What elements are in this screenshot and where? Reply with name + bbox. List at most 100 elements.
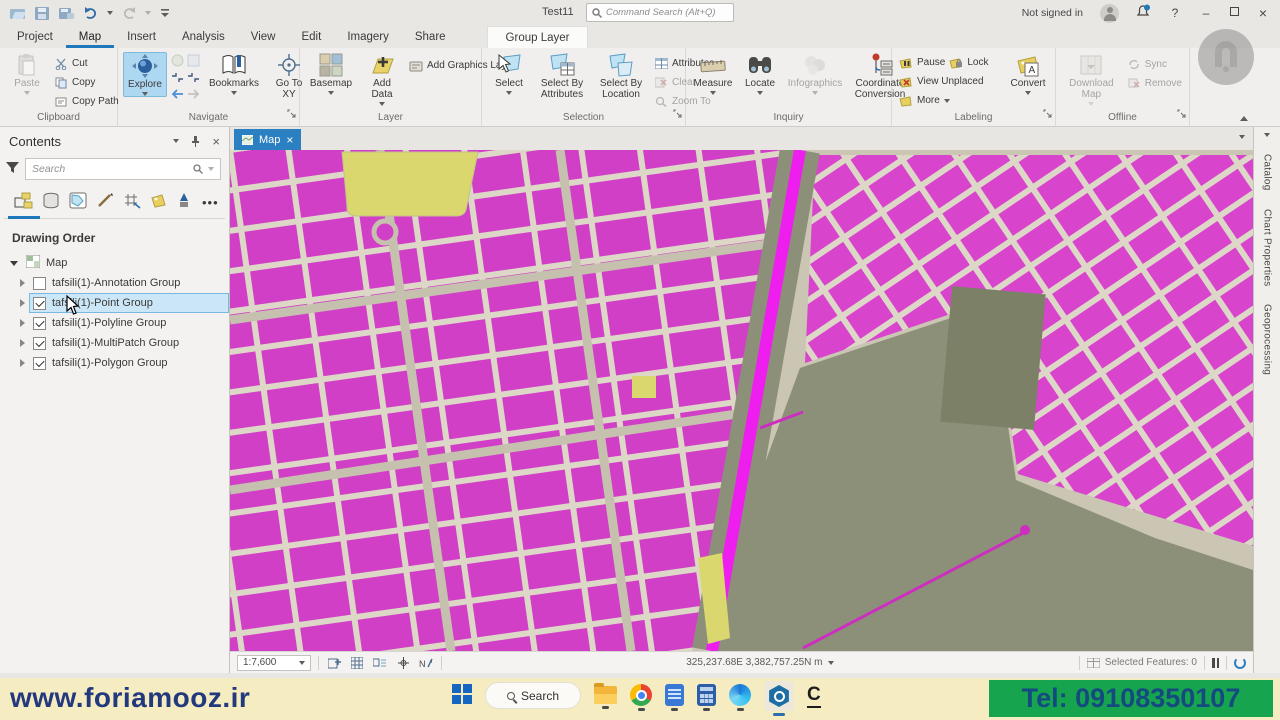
- user-avatar[interactable]: [1100, 4, 1119, 23]
- download-map-button[interactable]: Download Map: [1061, 52, 1122, 106]
- tab-imagery[interactable]: Imagery: [334, 26, 402, 48]
- map-canvas[interactable]: [230, 150, 1253, 651]
- minimize-button[interactable]: –: [1199, 6, 1213, 20]
- command-search-input[interactable]: [606, 7, 726, 18]
- selection-launcher-icon[interactable]: [673, 109, 682, 123]
- fixed-extent-icon[interactable]: [187, 54, 200, 70]
- cut-button[interactable]: Cut: [52, 54, 121, 73]
- layer-row-polyline-group[interactable]: tafsili(1)-Polyline Group: [0, 313, 229, 333]
- layout-arrows-icon[interactable]: [372, 655, 388, 671]
- layer-row-point-group[interactable]: tafsili(1)-Point Group: [0, 293, 229, 313]
- copy-path-button[interactable]: Copy Path: [52, 92, 121, 111]
- tab-charts-icon[interactable]: [177, 192, 191, 212]
- add-data-button[interactable]: Add Data: [360, 52, 404, 106]
- basemap-button[interactable]: Basemap: [305, 52, 357, 95]
- dock-tab-chart-properties[interactable]: Chart Properties: [1262, 200, 1273, 296]
- north-arrow-icon[interactable]: N: [418, 655, 434, 671]
- offline-launcher-icon[interactable]: [1177, 109, 1186, 123]
- start-button[interactable]: [452, 682, 472, 704]
- bookmarks-button[interactable]: Bookmarks: [204, 52, 264, 95]
- contents-search-input[interactable]: [32, 163, 188, 175]
- explore-button[interactable]: Explore: [123, 52, 167, 97]
- tab-strip-menu-icon[interactable]: [1239, 135, 1245, 139]
- map-view-tab[interactable]: Map ×: [234, 129, 301, 150]
- layer-checkbox[interactable]: [33, 317, 46, 330]
- collapse-ribbon-icon[interactable]: [1240, 116, 1248, 121]
- taskbar-search[interactable]: Search: [485, 682, 581, 709]
- copy-button[interactable]: Copy: [52, 73, 121, 92]
- undo-button[interactable]: [84, 7, 98, 20]
- expand-closed-icon[interactable]: [20, 359, 25, 367]
- sign-in-status[interactable]: Not signed in: [1022, 7, 1083, 19]
- edge-icon[interactable]: [729, 682, 751, 711]
- close-panel-icon[interactable]: ×: [212, 134, 220, 149]
- layer-checkbox[interactable]: [33, 277, 46, 290]
- paste-button[interactable]: Paste: [5, 52, 49, 95]
- expand-closed-icon[interactable]: [20, 279, 25, 287]
- fixed-zoom-out-icon[interactable]: [187, 72, 200, 86]
- view-unplaced-button[interactable]: View Unplaced: [897, 72, 1003, 91]
- sync-button[interactable]: Sync: [1125, 55, 1184, 74]
- tab-editing-icon[interactable]: [96, 192, 114, 212]
- tab-view[interactable]: View: [238, 26, 289, 48]
- redo-button[interactable]: [122, 7, 136, 20]
- dock-tab-catalog[interactable]: Catalog: [1262, 145, 1273, 200]
- layer-row-polygon-group[interactable]: tafsili(1)-Polygon Group: [0, 353, 229, 373]
- pause-labeling-button[interactable]: Pause: [897, 53, 947, 72]
- tab-data-source-icon[interactable]: [42, 192, 60, 212]
- notifications-icon[interactable]: [1136, 4, 1151, 22]
- layer-row-map[interactable]: Map: [0, 253, 229, 273]
- pause-drawing-icon[interactable]: [1212, 658, 1219, 668]
- arcgis-pro-icon[interactable]: [764, 682, 794, 716]
- expand-closed-icon[interactable]: [20, 319, 25, 327]
- tab-drawing-order-icon[interactable]: [14, 192, 33, 212]
- filter-icon[interactable]: [6, 162, 19, 177]
- tab-analysis[interactable]: Analysis: [169, 26, 238, 48]
- layer-checkbox[interactable]: [33, 297, 46, 310]
- redo-dropdown-icon[interactable]: [145, 11, 151, 15]
- chrome-icon[interactable]: [630, 682, 652, 711]
- lock-labeling-button[interactable]: Lock: [947, 53, 990, 72]
- notepad-icon[interactable]: [665, 682, 684, 711]
- undo-dropdown-icon[interactable]: [107, 11, 113, 15]
- tab-selection-icon[interactable]: [69, 192, 87, 212]
- clear-button[interactable]: Clear: [652, 73, 716, 92]
- expand-closed-icon[interactable]: [20, 299, 25, 307]
- tab-insert[interactable]: Insert: [114, 26, 169, 48]
- more-labeling-button[interactable]: More: [897, 91, 1003, 110]
- contents-menu-icon[interactable]: [173, 139, 179, 143]
- next-extent-button[interactable]: [187, 88, 201, 102]
- pin-icon[interactable]: [191, 136, 200, 147]
- more-tabs-icon[interactable]: •••: [202, 195, 219, 210]
- coordinates-readout[interactable]: 325,237.68E 3,382,757.25N m: [449, 657, 1072, 668]
- layer-checkbox[interactable]: [33, 357, 46, 370]
- previous-extent-button[interactable]: [170, 88, 184, 102]
- tab-labeling-icon[interactable]: [150, 192, 168, 212]
- dock-tab-geoprocessing[interactable]: Geoprocessing: [1262, 295, 1273, 384]
- select-by-location-button[interactable]: Select By Location: [593, 52, 649, 100]
- tab-edit[interactable]: Edit: [288, 26, 334, 48]
- tab-project[interactable]: Project: [4, 26, 66, 48]
- search-dropdown-icon[interactable]: [208, 167, 214, 171]
- layer-checkbox[interactable]: [33, 337, 46, 350]
- close-tab-icon[interactable]: ×: [286, 134, 293, 146]
- expand-open-icon[interactable]: [10, 261, 18, 266]
- tab-map[interactable]: Map: [66, 26, 114, 48]
- dock-menu-icon[interactable]: [1264, 133, 1270, 137]
- file-explorer-icon[interactable]: [594, 682, 617, 709]
- save-project-icon[interactable]: [35, 7, 50, 20]
- open-project-icon[interactable]: [10, 7, 26, 20]
- command-search[interactable]: [586, 3, 734, 22]
- calculator-icon[interactable]: [697, 682, 716, 711]
- infographics-button[interactable]: Infographics: [785, 52, 845, 95]
- save-as-icon[interactable]: [59, 7, 75, 20]
- tab-group-layer[interactable]: Group Layer: [487, 26, 589, 48]
- zoom-to-button[interactable]: Zoom To: [652, 92, 716, 111]
- select-button[interactable]: Select: [487, 52, 531, 95]
- navigate-launcher-icon[interactable]: [287, 109, 296, 123]
- layer-row-annotation-group[interactable]: tafsili(1)-Annotation Group: [0, 273, 229, 293]
- scale-select[interactable]: 1:7,600: [237, 655, 311, 671]
- crosshair-icon[interactable]: [395, 655, 411, 671]
- labeling-launcher-icon[interactable]: [1043, 109, 1052, 123]
- tab-share[interactable]: Share: [402, 26, 459, 48]
